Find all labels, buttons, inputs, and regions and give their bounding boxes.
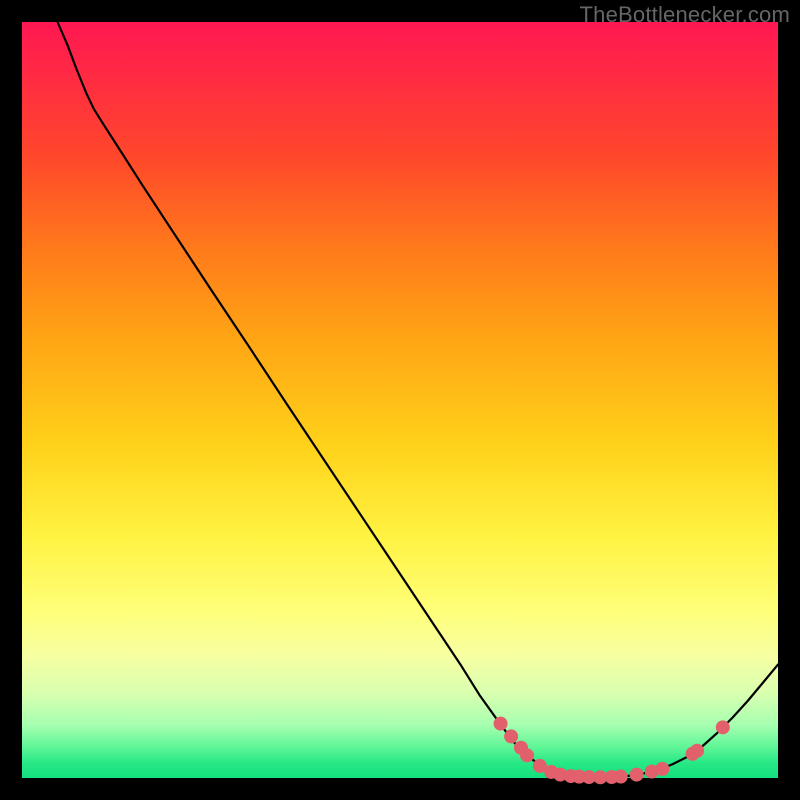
watermark-text: TheBottlenecker.com [580, 2, 790, 28]
chart-frame: TheBottlenecker.com [0, 0, 800, 800]
chart-svg [22, 22, 778, 778]
data-dot [520, 748, 534, 762]
data-dot [614, 769, 628, 783]
data-dot [504, 729, 518, 743]
plot-area [22, 22, 778, 778]
data-dot [655, 762, 669, 776]
data-dot [690, 744, 704, 758]
data-dot [494, 717, 508, 731]
data-dot [716, 720, 730, 734]
data-dots [494, 717, 730, 785]
bottleneck-curve [58, 22, 778, 777]
data-dot [630, 768, 644, 782]
